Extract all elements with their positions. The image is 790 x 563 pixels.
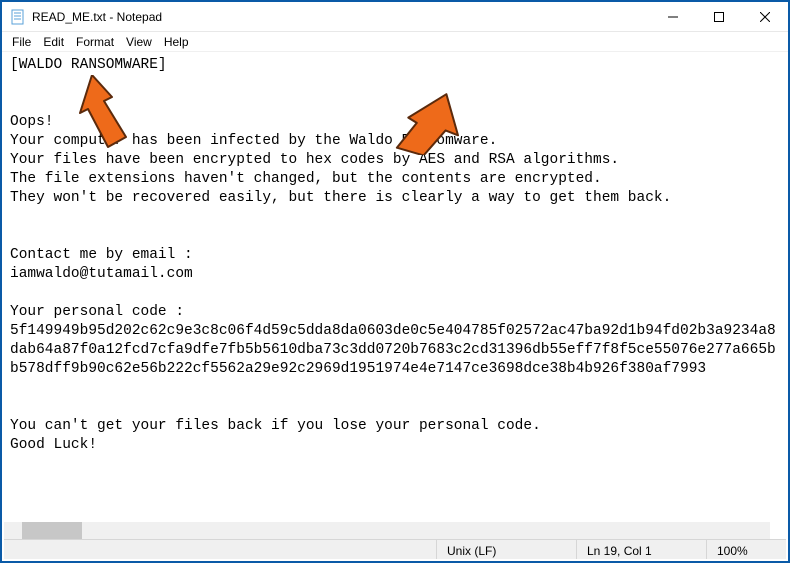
window-title: READ_ME.txt - Notepad [32, 10, 162, 24]
menu-format[interactable]: Format [70, 34, 120, 50]
status-bar: Unix (LF) Ln 19, Col 1 100% [4, 539, 786, 559]
title-bar: READ_ME.txt - Notepad [2, 2, 788, 32]
menu-view[interactable]: View [120, 34, 158, 50]
maximize-button[interactable] [696, 2, 742, 32]
menu-file[interactable]: File [6, 34, 37, 50]
notepad-icon [10, 9, 26, 25]
menu-help[interactable]: Help [158, 34, 195, 50]
close-button[interactable] [742, 2, 788, 32]
menu-edit[interactable]: Edit [37, 34, 70, 50]
status-cursor-position: Ln 19, Col 1 [576, 540, 706, 559]
horizontal-scrollbar[interactable] [4, 522, 770, 539]
menu-bar: File Edit Format View Help [2, 32, 788, 52]
scrollbar-thumb[interactable] [22, 522, 82, 539]
text-area[interactable]: [WALDO RANSOMWARE] Oops! Your computer h… [4, 54, 786, 521]
minimize-button[interactable] [650, 2, 696, 32]
status-line-ending: Unix (LF) [436, 540, 576, 559]
status-zoom: 100% [706, 540, 786, 559]
